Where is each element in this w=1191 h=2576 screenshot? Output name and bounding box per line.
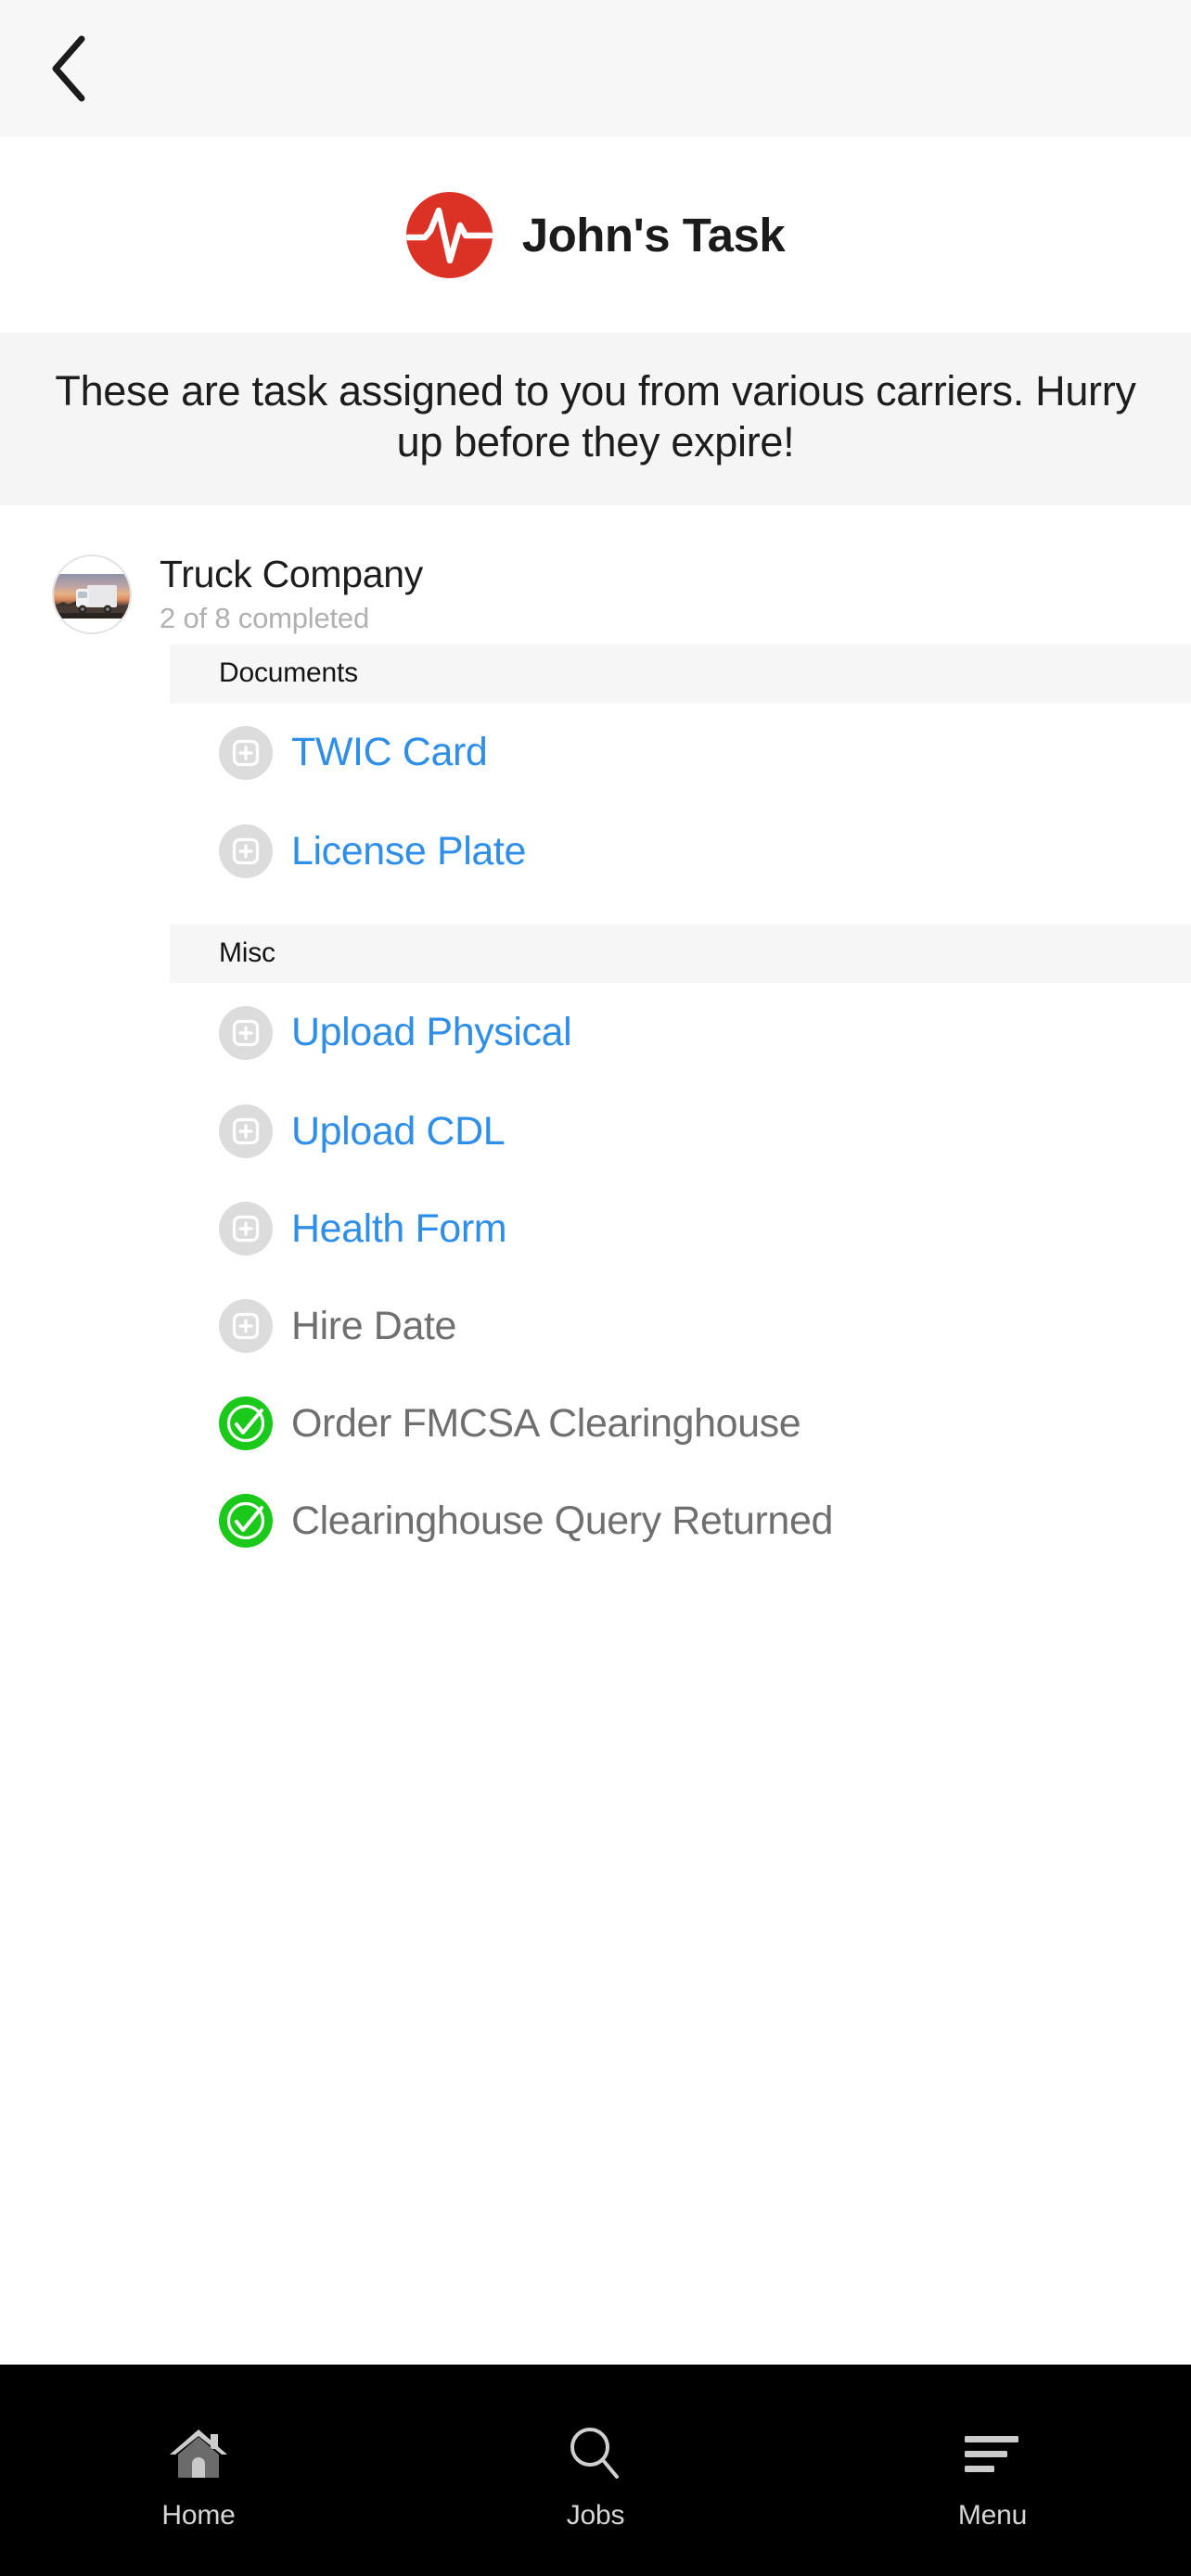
home-icon <box>166 2420 231 2487</box>
section-title: Misc <box>219 937 275 969</box>
page-title: John's Task <box>521 209 786 261</box>
task-label: Order FMCSA Clearinghouse <box>291 1400 801 1446</box>
nav-item-home[interactable]: Home <box>0 2420 397 2531</box>
add-plus-icon[interactable] <box>219 725 273 780</box>
check-circle-icon <box>219 1396 273 1451</box>
check-circle-icon <box>219 1494 273 1549</box>
chevron-left-icon <box>48 33 89 104</box>
top-bar <box>0 0 1191 137</box>
task-label[interactable]: License Plate <box>291 831 526 872</box>
task-label[interactable]: Health Form <box>291 1208 507 1249</box>
hamburger-menu-icon <box>961 2420 1024 2487</box>
task-label[interactable]: Upload CDL <box>291 1111 506 1152</box>
bottom-navigation-bar: Home Jobs Menu <box>0 2365 1191 2576</box>
nav-label: Home <box>161 2500 236 2531</box>
nav-item-menu[interactable]: Menu <box>794 2420 1191 2531</box>
info-banner-text: These are task assigned to you from vari… <box>55 367 1136 465</box>
company-name: Truck Company <box>160 553 423 596</box>
nav-label: Menu <box>957 2500 1028 2531</box>
info-banner: These are task assigned to you from vari… <box>0 333 1191 505</box>
section-title: Documents <box>219 657 358 689</box>
add-plus-icon[interactable] <box>219 1005 273 1060</box>
nav-label: Jobs <box>566 2500 625 2531</box>
nav-item-jobs[interactable]: Jobs <box>397 2420 794 2531</box>
task-content: Truck Company 2 of 8 completed Documents… <box>0 504 1191 1570</box>
task-row[interactable]: License Plate <box>0 803 1191 900</box>
page-title-block: John's Task <box>0 137 1191 333</box>
company-header: Truck Company 2 of 8 completed <box>0 544 1191 644</box>
task-row[interactable]: Upload Physical <box>0 983 1191 1083</box>
task-label[interactable]: TWIC Card <box>291 733 488 772</box>
search-icon <box>567 2420 624 2487</box>
task-label: Hire Date <box>291 1303 457 1348</box>
heartbeat-logo-icon <box>405 192 493 278</box>
add-plus-icon[interactable] <box>219 1104 273 1159</box>
task-row[interactable]: TWIC Card <box>0 703 1191 803</box>
task-row[interactable]: Order FMCSA Clearinghouse <box>0 1375 1191 1473</box>
task-label: Clearinghouse Query Returned <box>291 1498 833 1543</box>
section-header-misc: Misc <box>170 924 1191 983</box>
add-plus-icon[interactable] <box>219 1202 273 1256</box>
task-row[interactable]: Hire Date <box>0 1278 1191 1375</box>
truck-photo-avatar <box>52 554 132 634</box>
task-row[interactable]: Clearinghouse Query Returned <box>0 1473 1191 1570</box>
company-progress: 2 of 8 completed <box>160 602 370 635</box>
section-header-documents: Documents <box>170 644 1191 703</box>
task-list-misc: Upload Physical Upload CDL Health Form H… <box>0 983 1191 1570</box>
task-list-documents: TWIC Card License Plate <box>0 703 1191 900</box>
task-row[interactable]: Upload CDL <box>0 1083 1191 1180</box>
task-row[interactable]: Health Form <box>0 1180 1191 1278</box>
back-button[interactable] <box>20 20 117 117</box>
add-plus-icon[interactable] <box>219 824 273 879</box>
add-plus-icon[interactable] <box>219 1299 273 1354</box>
task-label[interactable]: Upload Physical <box>291 1013 572 1052</box>
